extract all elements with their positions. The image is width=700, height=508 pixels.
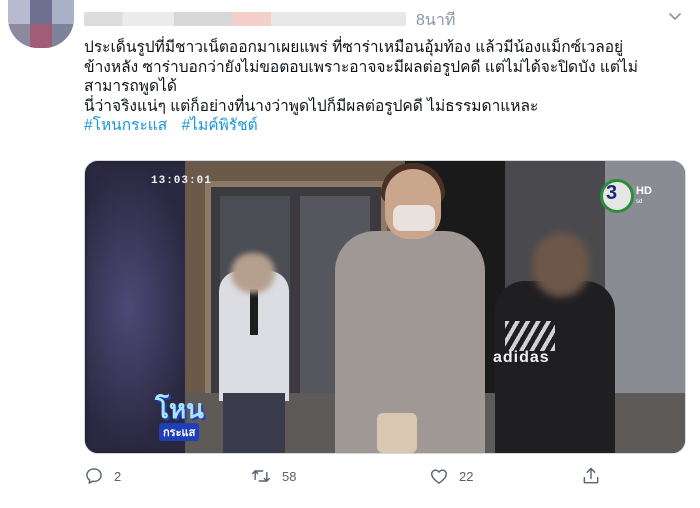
tweet-text-line: นี่ว่าจริงแน่ๆ แต่ก็อย่างที่นางว่าพูดไปก… <box>84 97 539 115</box>
hashtag-link[interactable]: #โหนกระแส <box>84 117 167 134</box>
tweet-text-line: ข้างหลัง ซาร่าบอกว่ายังไม่ขอตอบเพราะอาจจ… <box>84 58 638 76</box>
show-logo-subtitle: กระแส <box>159 423 200 441</box>
show-logo: โหน กระแส <box>155 389 235 441</box>
like-icon <box>431 469 447 484</box>
share-icon <box>583 467 599 484</box>
author-name-redacted[interactable] <box>84 12 406 26</box>
caret-down-icon[interactable] <box>665 6 685 26</box>
hashtag-list: #โหนกระแส #ไมค์พิรัชต์ <box>84 116 688 136</box>
like-button[interactable]: 22 <box>429 464 473 488</box>
video-timestamp: 13:03:01 <box>151 175 212 187</box>
tweet-text: ประเด็นรูปที่มีชาวเน็ตออกมาเผยแพร่ ที่ซา… <box>84 38 688 136</box>
tweet-text-line: สามารถพูดได้ <box>84 78 177 95</box>
face-mask <box>393 205 435 231</box>
avatar[interactable] <box>8 0 74 48</box>
reply-icon <box>86 468 102 484</box>
channel-sd-label: sd <box>636 199 643 205</box>
channel-number: 3 <box>606 182 618 204</box>
tweet-header: 8นาที <box>84 6 644 30</box>
reply-button[interactable]: 2 <box>84 464 121 488</box>
like-count: 22 <box>459 468 474 484</box>
shirt-logo-text: adidas <box>493 349 550 366</box>
man-figure <box>495 281 615 453</box>
retweet-count: 58 <box>282 468 297 484</box>
hashtag-link[interactable]: #ไมค์พิรัชต์ <box>182 117 258 134</box>
handbag <box>377 413 417 453</box>
channel-logo: 3 HD sd <box>600 179 656 213</box>
tweet-time[interactable]: 8นาที <box>416 8 455 33</box>
tweet-actions: 2 58 22 <box>84 462 684 492</box>
tweet-media-image[interactable]: adidas 13:03:01 3 HD sd โหน กระแส <box>84 160 686 454</box>
channel-hd-label: HD <box>636 185 652 197</box>
retweet-button[interactable]: 58 <box>250 464 296 488</box>
tweet-text-line: ประเด็นรูปที่มีชาวเน็ตออกมาเผยแพร่ ที่ซา… <box>84 39 624 56</box>
tweet: 8นาที ประเด็นรูปที่มีชาวเน็ตออกมาเผยแพร่… <box>0 0 700 508</box>
share-button[interactable] <box>581 464 601 488</box>
reply-count: 2 <box>114 468 122 484</box>
retweet-icon <box>251 470 271 482</box>
